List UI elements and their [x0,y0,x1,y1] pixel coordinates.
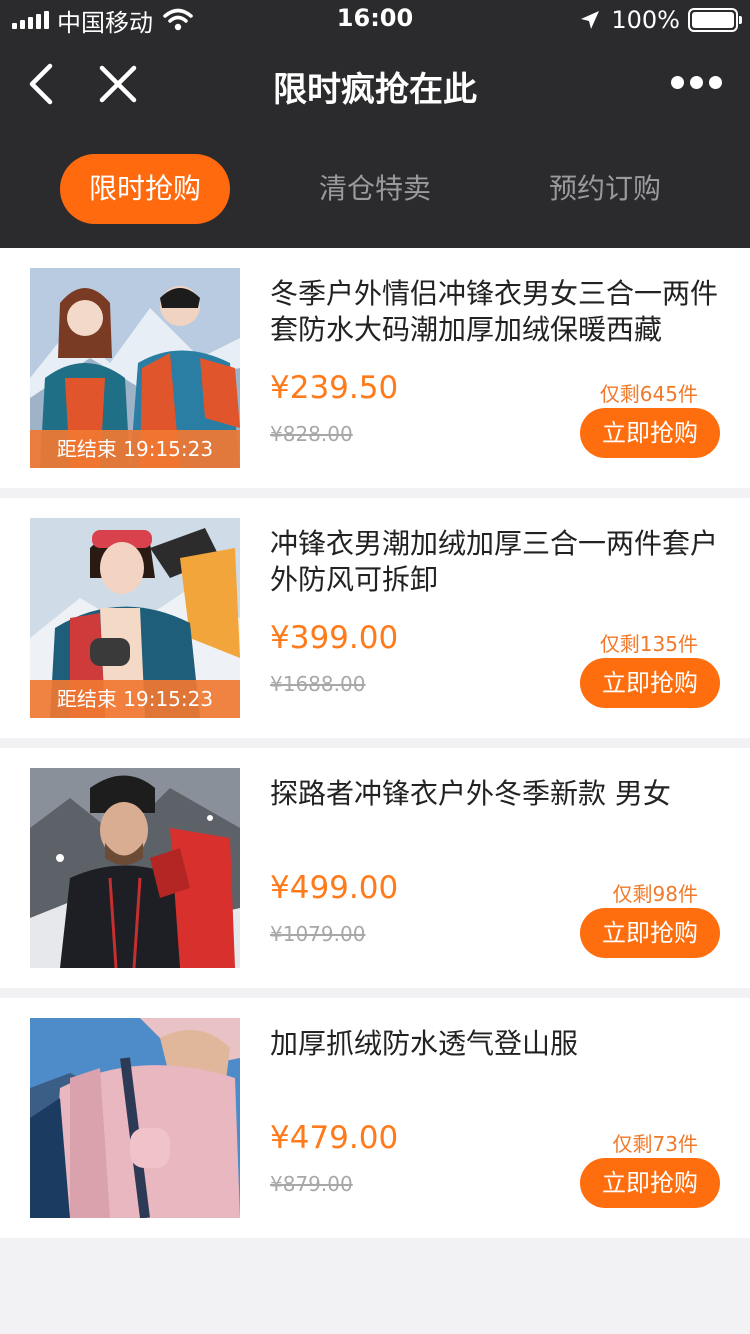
buy-now-button[interactable]: 立即抢购 [580,908,720,958]
countdown-label: 距结束 19:15:23 [30,680,240,718]
countdown-label: 距结束 19:15:23 [30,430,240,468]
battery-icon [688,8,742,32]
product-price: ¥499.00 [270,870,399,906]
battery-percent: 100% [611,6,680,34]
tab-flash-sale[interactable]: 限时抢购 [60,154,230,224]
product-card[interactable]: 加厚抓绒防水透气登山服 ¥479.00 ¥879.00 仅剩73件 立即抢购 [0,998,750,1238]
product-price: ¥239.50 [270,370,399,406]
product-image[interactable]: 距结束 19:15:23 [30,268,240,468]
more-dots-icon[interactable] [671,76,722,89]
buy-now-button[interactable]: 立即抢购 [580,408,720,458]
product-title[interactable]: 冲锋衣男潮加绒加厚三合一两件套户外防风可拆卸 [270,526,725,598]
product-price: ¥399.00 [270,620,399,656]
product-image[interactable]: 距结束 19:15:23 [30,518,240,718]
stock-label: 仅剩73件 [612,1132,698,1156]
stock-label: 仅剩645件 [599,382,698,406]
stock-label: 仅剩98件 [612,882,698,906]
product-title[interactable]: 加厚抓绒防水透气登山服 [270,1026,725,1062]
original-price: ¥828.00 [270,422,353,446]
navigation-bar: 限时疯抢在此 [0,40,750,130]
product-title[interactable]: 冬季户外情侣冲锋衣男女三合一两件套防水大码潮加厚加绒保暖西藏 [270,276,725,348]
product-card[interactable]: 距结束 19:15:23 冲锋衣男潮加绒加厚三合一两件套户外防风可拆卸 ¥399… [0,498,750,738]
buy-now-button[interactable]: 立即抢购 [580,658,720,708]
product-card[interactable]: 距结束 19:15:23 冬季户外情侣冲锋衣男女三合一两件套防水大码潮加厚加绒保… [0,248,750,488]
original-price: ¥1079.00 [270,922,366,946]
top-header: 中国移动 16:00 100% 限时疯抢在此 限时抢购 清仓特卖 预约订购 [0,0,750,248]
product-title[interactable]: 探路者冲锋衣户外冬季新款 男女 [270,776,725,812]
status-right: 100% [579,4,742,36]
product-price: ¥479.00 [270,1120,399,1156]
tab-preorder[interactable]: 预约订购 [520,154,690,224]
stock-label: 仅剩135件 [599,632,698,656]
product-image[interactable] [30,1018,240,1218]
location-arrow-icon [581,11,600,29]
product-image[interactable] [30,768,240,968]
buy-now-button[interactable]: 立即抢购 [580,1158,720,1208]
tab-clearance[interactable]: 清仓特卖 [290,154,460,224]
original-price: ¥879.00 [270,1172,353,1196]
tab-bar: 限时抢购 清仓特卖 预约订购 [0,154,750,224]
product-card[interactable]: 探路者冲锋衣户外冬季新款 男女 ¥499.00 ¥1079.00 仅剩98件 立… [0,748,750,988]
page-title: 限时疯抢在此 [273,70,477,110]
status-bar: 中国移动 16:00 100% [0,0,750,40]
original-price: ¥1688.00 [270,672,366,696]
